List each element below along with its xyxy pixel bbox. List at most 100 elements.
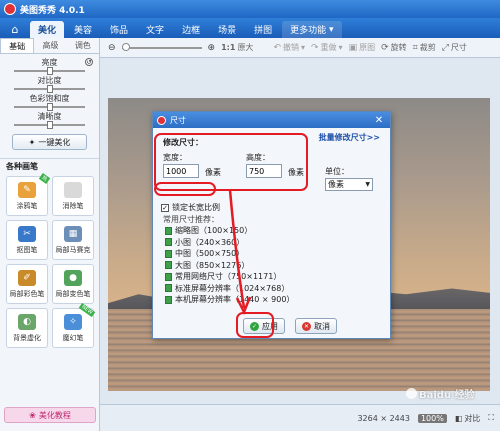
one-click-beautify-button[interactable]: ✦ 一键美化 — [12, 134, 87, 150]
redo-icon: ↷ — [311, 42, 319, 53]
tab-accessories[interactable]: 饰品 — [102, 21, 136, 38]
preset-item[interactable]: 大图（850×1276） — [165, 260, 294, 272]
keep-ratio-checkbox[interactable]: ✓ 锁定长宽比例 — [161, 202, 220, 213]
zoom-level: 100% — [417, 413, 447, 423]
chevron-down-icon: ▼ — [365, 181, 370, 188]
crop-label: 裁剪 — [419, 43, 436, 52]
tab-scene[interactable]: 场景 — [210, 21, 244, 38]
subtab-color[interactable]: 调色 — [67, 38, 99, 53]
zoom-out-icon[interactable]: ⊖ — [108, 43, 116, 53]
reset-icon[interactable]: ↺ — [85, 58, 93, 66]
tool-cutout-pen[interactable]: ✂ 抠图笔 — [6, 220, 48, 260]
width-label: 宽度： — [163, 153, 187, 162]
dialog-body: 批量修改尺寸>> 修改尺寸： 宽度： 像素 高度： 像素 单位： 像素 ▼ ✓ … — [153, 128, 390, 340]
preset-item[interactable]: 小图（240×360） — [165, 237, 294, 249]
rotate-button[interactable]: ⟳ 旋转 — [381, 42, 407, 53]
compare-icon: ◧ — [454, 413, 463, 423]
preset-label: 本机屏幕分辨率（1440 × 900） — [175, 295, 295, 305]
original-image-button[interactable]: ▣ 原图 — [349, 42, 376, 53]
preset-item[interactable]: 常用网络尺寸（750×1171） — [165, 271, 294, 283]
preset-item[interactable]: 标准屏幕分辨率（1024×768） — [165, 283, 294, 295]
preset-item[interactable]: 中图（500×750） — [165, 248, 294, 260]
cancel-button[interactable]: ✕ 取消 — [295, 318, 337, 334]
tab-text[interactable]: 文字 — [138, 21, 172, 38]
preset-item[interactable]: 本机屏幕分辨率（1440 × 900） — [165, 294, 294, 306]
compare-button[interactable]: ◧ 对比 — [455, 413, 481, 424]
preset-icon — [165, 261, 172, 270]
baidu-paw-icon — [406, 388, 417, 399]
contrast-slider[interactable] — [14, 85, 85, 93]
tool-label: 局部变色笔 — [55, 289, 91, 298]
tool-recolor-brush[interactable]: ● 局部变色笔 — [52, 264, 94, 304]
home-icon[interactable]: ⌂ — [4, 20, 26, 38]
preset-icon — [165, 284, 172, 293]
crop-button[interactable]: ⌗ 裁剪 — [413, 42, 436, 53]
actual-size-button[interactable]: 1:1 原大 — [221, 42, 253, 53]
sharpness-thumb[interactable] — [46, 121, 53, 129]
tool-mosaic[interactable]: ▦ 局部马赛克 — [52, 220, 94, 260]
brightness-slider[interactable] — [14, 67, 85, 75]
sub-tab-bar: 基础 高级 调色 — [0, 38, 99, 54]
tool-label: 抠图笔 — [16, 245, 38, 254]
brightness-thumb[interactable] — [46, 67, 53, 75]
tab-beauty[interactable]: 美容 — [66, 21, 100, 38]
color-brush-icon: ✐ — [18, 269, 36, 286]
unit-label: 单位： — [325, 167, 349, 176]
tool-magic-pen[interactable]: NEW ✧ 魔幻笔 — [52, 302, 96, 348]
tool-eraser-pen[interactable]: 消除笔 — [52, 176, 94, 216]
tab-more-label: 更多功能 — [290, 26, 327, 36]
preset-label: 常用网络尺寸（750×1171） — [175, 272, 282, 282]
apply-button[interactable]: ✓ 应用 — [243, 318, 285, 334]
watermark-text: Baidu 经验 — [419, 390, 475, 401]
preset-label: 标准屏幕分辨率（1024×768） — [175, 283, 290, 293]
preset-item[interactable]: 缩略图（100×150） — [165, 225, 294, 237]
zoom-slider-thumb[interactable] — [121, 42, 130, 51]
main-tab-bar: ⌂ 美化 美容 饰品 文字 边框 场景 拼图 更多功能 ▾ — [0, 18, 500, 38]
tutorial-label: 美化教程 — [38, 410, 71, 420]
tool-label: 消除笔 — [62, 201, 84, 210]
batch-resize-link[interactable]: 批量修改尺寸>> — [319, 132, 380, 143]
rotate-icon: ⟳ — [381, 42, 389, 53]
tool-label: 背景虚化 — [13, 333, 41, 342]
brushes-section-title: 各种画笔 — [0, 158, 99, 174]
close-icon[interactable]: ✕ — [372, 114, 386, 126]
width-input[interactable] — [163, 164, 199, 178]
beautify-tutorial-button[interactable]: ❀ 美化教程 — [4, 407, 96, 423]
resize-icon: ⤢ — [441, 42, 449, 53]
redo-button[interactable]: ↷ 重做 ▾ — [311, 42, 343, 53]
saturation-thumb[interactable] — [46, 103, 53, 111]
unit-select[interactable]: 像素 ▼ — [325, 178, 373, 191]
tool-color-brush[interactable]: ✐ 局部彩色笔 — [6, 264, 48, 304]
undo-icon: ↶ — [273, 42, 281, 53]
contrast-thumb[interactable] — [46, 85, 53, 93]
sharpness-slider[interactable] — [14, 121, 85, 129]
preset-icon — [165, 238, 172, 247]
preset-icon — [165, 226, 172, 235]
tab-more-features[interactable]: 更多功能 ▾ — [282, 21, 342, 38]
top-toolbar: ⊖ ⊕ 1:1 原大 ↶ 撤销 ▾ ↷ 重做 ▾ ▣ 原图 ⟳ 旋转 ⌗ 裁剪 ⤢ 尺寸 — [100, 38, 500, 58]
unit-select-value: 像素 — [328, 180, 344, 189]
app-logo-icon — [4, 3, 16, 15]
subtab-basic[interactable]: 基础 — [0, 38, 35, 53]
resize-button[interactable]: ⤢ 尺寸 — [442, 42, 467, 53]
zoom-slider[interactable] — [121, 42, 202, 51]
title-bar: 美图秀秀 4.0.1 — [0, 0, 500, 18]
tab-frame[interactable]: 边框 — [174, 21, 208, 38]
compare-label: 对比 — [464, 413, 481, 423]
blur-icon: ◐ — [18, 313, 36, 330]
tool-label: 局部马赛克 — [55, 245, 91, 254]
zoom-in-icon[interactable]: ⊕ — [208, 43, 216, 53]
undo-button[interactable]: ↶ 撤销 ▾ — [273, 42, 305, 53]
tool-doodle-pen[interactable]: 热 ✎ 涂鸦笔 — [6, 173, 51, 216]
cutout-icon: ✂ — [18, 225, 36, 242]
preset-icon — [165, 295, 172, 304]
tab-beautify[interactable]: 美化 — [30, 21, 65, 38]
saturation-slider[interactable] — [14, 103, 85, 111]
fullscreen-icon[interactable]: ⛶ — [488, 413, 494, 423]
tab-collage[interactable]: 拼图 — [246, 21, 280, 38]
height-label: 高度： — [246, 153, 270, 162]
height-input[interactable] — [246, 164, 282, 178]
hot-badge: 热 — [38, 173, 51, 184]
subtab-advanced[interactable]: 高级 — [34, 38, 66, 53]
tool-background-blur[interactable]: ◐ 背景虚化 — [6, 308, 48, 348]
